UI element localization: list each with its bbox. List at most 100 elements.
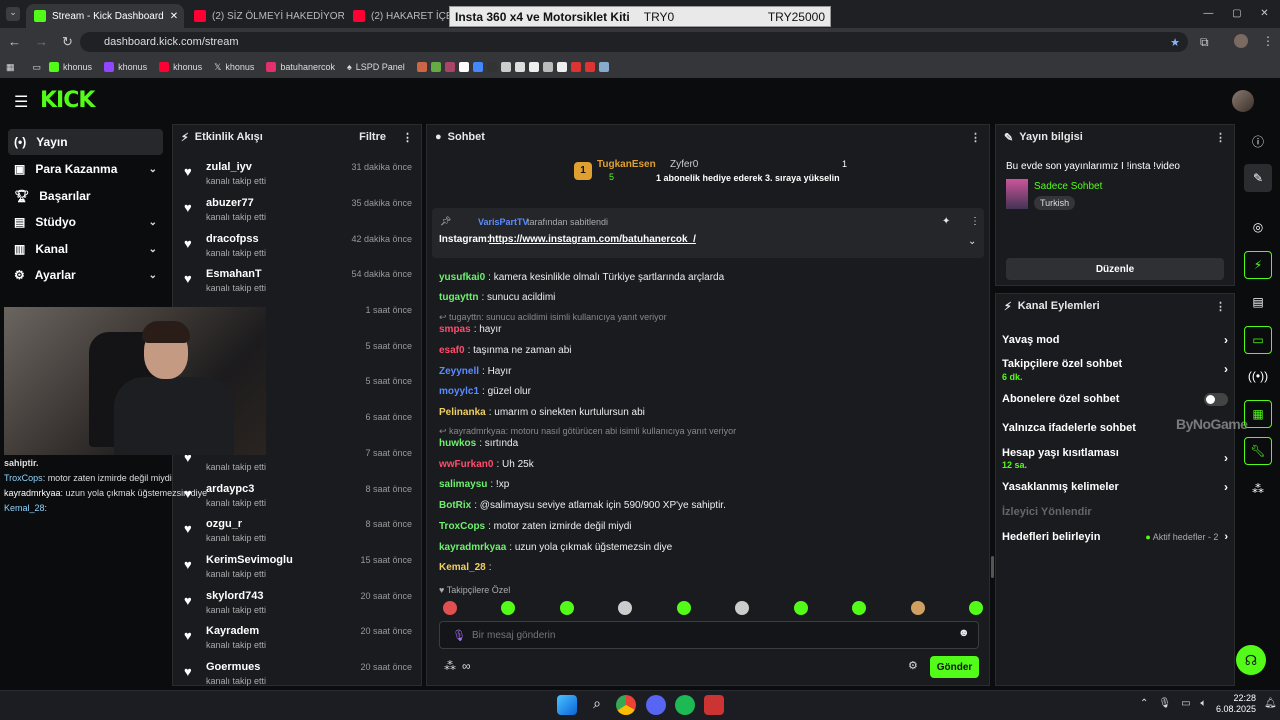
url-input[interactable]: dashboard.kick.com/stream ★ bbox=[80, 32, 1188, 52]
emoji-picker-icon[interactable]: ☻ bbox=[958, 627, 970, 639]
activity-item[interactable]: ♥ skylord743 kanalı takip etti 20 saat önce bbox=[182, 587, 422, 623]
emote-icon[interactable] bbox=[910, 601, 925, 615]
bookmark-icon[interactable] bbox=[458, 62, 469, 72]
notification-icon[interactable]: 🔔︎ bbox=[1264, 698, 1277, 709]
user-avatar[interactable] bbox=[1232, 90, 1254, 112]
more-icon[interactable]: ⋮ bbox=[970, 216, 980, 227]
edit-stream-button[interactable]: Düzenle bbox=[1006, 258, 1224, 280]
chat-scrollbar[interactable] bbox=[991, 556, 994, 578]
community-icon[interactable]: ⁂ bbox=[444, 659, 456, 673]
nav-item-ayarlar[interactable]: ⚙ Ayarlar ⌄ bbox=[8, 262, 163, 288]
tab-kick-dashboard[interactable]: Stream - Kick Dashboard ✕ bbox=[26, 4, 184, 28]
action-account-age[interactable]: Hesap yaşı kısıtlaması 12 sa. › bbox=[1002, 444, 1228, 472]
clock[interactable]: 22:28 6.08.2025 bbox=[1214, 693, 1256, 715]
nav-item-para-kazanma[interactable]: ▣ Para Kazanma ⌄ bbox=[8, 156, 163, 182]
chat-settings-icon[interactable]: ⚙ bbox=[908, 659, 918, 672]
bookmark-instagram[interactable]: batuhanercok bbox=[262, 62, 339, 72]
bolt-icon[interactable]: ⚡︎ bbox=[1244, 251, 1272, 279]
nav-item-kanal[interactable]: ▥ Kanal ⌄ bbox=[8, 236, 163, 262]
activity-item[interactable]: ♥ Goermues kanalı takip etti 20 saat önce bbox=[182, 658, 422, 694]
chat-message[interactable]: salimaysu: !xp bbox=[439, 479, 509, 490]
chevron-up-icon[interactable]: ⌃ bbox=[1140, 698, 1148, 709]
more-icon[interactable]: ⋮ bbox=[402, 131, 413, 144]
broadcast-icon[interactable]: ((•)) bbox=[1244, 362, 1272, 390]
bookmark-khonus-kick[interactable]: khonus bbox=[45, 62, 96, 72]
chat-message[interactable]: smpas: hayır bbox=[439, 324, 501, 335]
forward-icon[interactable]: → bbox=[35, 34, 48, 50]
message-field[interactable] bbox=[472, 627, 932, 643]
nav-item-studyo[interactable]: ▤ Stüdyo ⌄ bbox=[8, 209, 163, 235]
action-sub-chat[interactable]: Abonelere özel sohbet bbox=[1002, 386, 1228, 412]
microphone-icon[interactable]: 🎙︎ bbox=[1158, 698, 1171, 709]
emote-icon[interactable] bbox=[676, 601, 691, 615]
bookmark-icon[interactable] bbox=[416, 62, 427, 72]
chat-message[interactable]: wwFurkan0: Uh 25k bbox=[439, 459, 534, 470]
chat-message[interactable]: moyylc1: güzel olur bbox=[439, 386, 531, 397]
activity-item[interactable]: ♥ Kayradem kanalı takip etti 20 saat önce bbox=[182, 622, 422, 658]
layout-icon[interactable]: ▦ bbox=[1244, 400, 1272, 428]
chat-message[interactable]: kayradmrkyaa: uzun yola çıkmak üğstemezs… bbox=[439, 542, 672, 553]
chat-message[interactable]: esaf0: taşınma ne zaman abi bbox=[439, 345, 572, 356]
chat-username[interactable]: esaf0 bbox=[439, 345, 465, 356]
chat-username[interactable]: huwkos bbox=[439, 438, 476, 449]
chat-username[interactable]: salimaysu bbox=[439, 479, 487, 490]
action-set-goals[interactable]: Hedefleri belirleyin ● Aktif hedefler - 2… bbox=[1002, 524, 1228, 550]
action-follower-chat[interactable]: Takipçilere özel sohbet 6 dk. › bbox=[1002, 355, 1228, 383]
back-icon[interactable]: ← bbox=[8, 34, 21, 50]
spotify-icon[interactable] bbox=[675, 695, 695, 715]
microphone-icon[interactable]: 🎙︎ bbox=[452, 629, 466, 642]
camera-icon[interactable]: ◎ bbox=[1244, 213, 1272, 241]
edit-icon[interactable]: ✎ bbox=[1244, 164, 1272, 192]
bookmark-icon[interactable] bbox=[598, 62, 609, 72]
windows-start-icon[interactable] bbox=[557, 695, 577, 715]
emote-icon[interactable] bbox=[793, 601, 808, 615]
chat-username[interactable]: TroxCops bbox=[439, 521, 485, 532]
chat-username[interactable]: moyylc1 bbox=[439, 386, 479, 397]
discord-icon[interactable] bbox=[646, 695, 666, 715]
emote-icon[interactable] bbox=[852, 601, 867, 615]
chat-username[interactable]: yusufkai0 bbox=[439, 272, 485, 283]
filter-button[interactable]: Filtre bbox=[359, 131, 386, 143]
bookmark-icon[interactable] bbox=[500, 62, 511, 72]
action-raid[interactable]: İzleyici Yönlendir bbox=[1002, 499, 1228, 525]
document-icon[interactable]: ▤ bbox=[1244, 288, 1272, 316]
action-banned-words[interactable]: Yasaklanmış kelimeler › bbox=[1002, 474, 1228, 500]
chat-message[interactable]: tugayttn: sunucu acildimi bbox=[439, 292, 555, 303]
bookmark-icon[interactable] bbox=[584, 62, 595, 72]
infinity-icon[interactable]: ∞ bbox=[462, 659, 471, 673]
minimize-icon[interactable]: — bbox=[1203, 8, 1213, 19]
bookmark-star-icon[interactable]: ★ bbox=[1170, 36, 1180, 49]
support-chat-button[interactable]: ☊ bbox=[1236, 645, 1266, 675]
bookmark-khonus-youtube[interactable]: khonus bbox=[155, 62, 206, 72]
emote-icon[interactable] bbox=[559, 601, 574, 615]
folder-icon[interactable]: ▭ bbox=[33, 62, 42, 73]
nav-item-yayin[interactable]: (•) Yayın bbox=[8, 129, 163, 155]
activity-item[interactable]: ♥ ozgu_r kanalı takip etti 8 saat önce bbox=[182, 515, 422, 551]
tab-list-icon[interactable]: ⌄ bbox=[6, 7, 20, 21]
nav-item-basarilar[interactable]: 🏆︎ Başarılar bbox=[8, 183, 163, 209]
send-button[interactable]: Gönder bbox=[930, 656, 979, 678]
chat-message[interactable]: yusufkai0: kamera kesinlikle olmalı Türk… bbox=[439, 272, 724, 283]
bookmark-lspd[interactable]: ♠ LSPD Panel bbox=[343, 62, 409, 72]
activity-item[interactable]: ♥ abuzer77 kanalı takip etti 35 dakika önce bbox=[182, 194, 422, 230]
bookmark-icon[interactable] bbox=[556, 62, 567, 72]
app-icon[interactable] bbox=[704, 695, 724, 715]
bookmark-icon[interactable] bbox=[430, 62, 441, 72]
bookmark-khonus-x[interactable]: 𝕏khonus bbox=[210, 62, 258, 73]
activity-item[interactable]: ♥ dracofpss kanalı takip etti 42 dakika önc… bbox=[182, 230, 422, 266]
chat-username[interactable]: Kemal_28 bbox=[439, 562, 486, 573]
chevron-down-icon[interactable]: ⌄ bbox=[968, 236, 976, 247]
bookmark-khonus-twitch[interactable]: khonus bbox=[100, 62, 151, 72]
chat-bubble-icon[interactable]: ▭ bbox=[1244, 326, 1272, 354]
chat-username[interactable]: Pelinanka bbox=[439, 407, 486, 418]
chat-username[interactable]: wwFurkan0 bbox=[439, 459, 493, 470]
chat-message[interactable]: Kemal_28: bbox=[439, 562, 491, 573]
close-tab-icon[interactable]: ✕ bbox=[170, 11, 178, 22]
bookmark-icon[interactable] bbox=[570, 62, 581, 72]
browser-menu-icon[interactable]: ⋮ bbox=[1262, 34, 1274, 48]
chat-username[interactable]: smpas bbox=[439, 324, 471, 335]
instagram-link[interactable]: https://www.instagram.com/batuhanercok_/ bbox=[489, 234, 696, 245]
info-icon[interactable]: ⓘ bbox=[1244, 127, 1272, 155]
extensions-icon[interactable]: ⧉ bbox=[1200, 35, 1209, 50]
sub-chat-toggle[interactable] bbox=[1204, 392, 1228, 406]
